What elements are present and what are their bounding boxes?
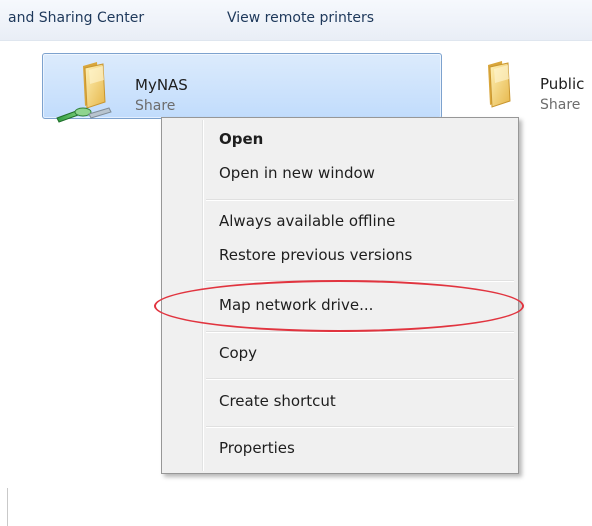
share-type: Share xyxy=(540,97,581,113)
menu-separator xyxy=(206,331,514,333)
menu-item-always-available-offline[interactable]: Always available offline xyxy=(219,212,395,230)
menu-item-restore-previous-versions[interactable]: Restore previous versions xyxy=(219,246,412,264)
share-name: Public xyxy=(540,75,585,93)
menu-item-open-in-new-window[interactable]: Open in new window xyxy=(219,164,375,182)
network-share-folder-icon xyxy=(56,62,112,123)
context-menu: Open Open in new window Always available… xyxy=(161,117,519,474)
network-sharing-center-link[interactable]: and Sharing Center xyxy=(8,10,144,26)
pane-divider xyxy=(7,488,8,526)
menu-item-properties[interactable]: Properties xyxy=(219,439,295,457)
share-tile-public[interactable]: Public Share xyxy=(478,53,592,117)
menu-separator xyxy=(206,378,514,380)
menu-separator xyxy=(206,199,514,201)
share-type: Share xyxy=(135,98,176,114)
share-tile-mynas[interactable]: MyNAS Share xyxy=(42,53,442,123)
menu-separator xyxy=(206,280,514,282)
view-remote-printers-link[interactable]: View remote printers xyxy=(227,10,374,26)
menu-separator xyxy=(206,426,514,428)
menu-item-map-network-drive[interactable]: Map network drive... xyxy=(219,296,373,314)
menu-item-create-shortcut[interactable]: Create shortcut xyxy=(219,392,336,410)
menu-item-copy[interactable]: Copy xyxy=(219,344,257,362)
menu-item-open[interactable]: Open xyxy=(219,130,263,148)
command-bar: and Sharing Center View remote printers xyxy=(0,0,592,41)
share-name: MyNAS xyxy=(135,76,188,94)
